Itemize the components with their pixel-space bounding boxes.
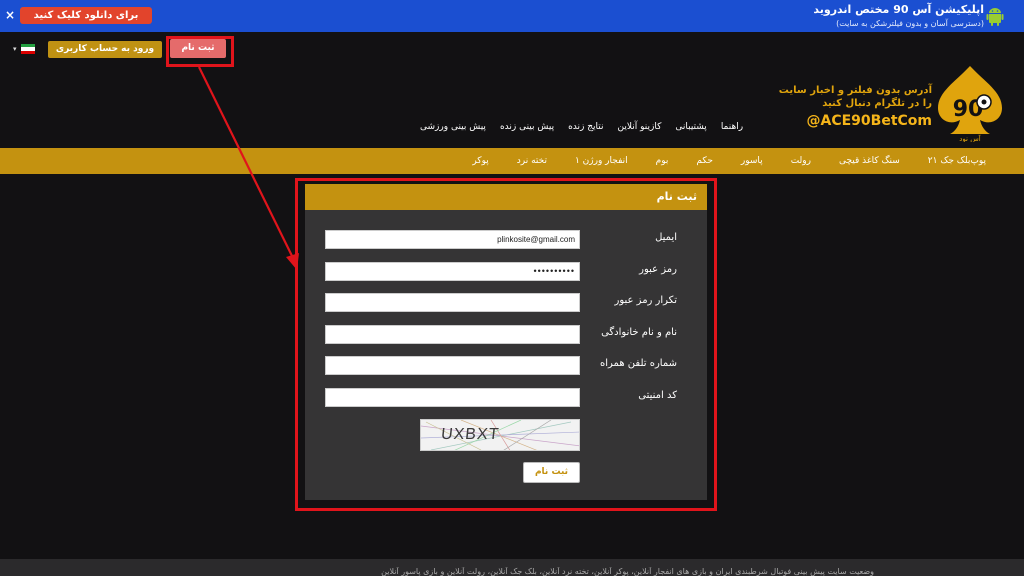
page: × برای دانلود کلیک کنید اپلیکیشن آس 90 م… (0, 0, 1024, 576)
logo-text: آدرس بدون فیلتر و اخبار سایت را در تلگرا… (779, 84, 932, 132)
logo-line2: را در تلگرام دنبال کنید (822, 98, 932, 109)
telegram-handle[interactable]: @ACE90BetCom (779, 110, 933, 132)
language-selector[interactable]: ▾ (13, 44, 35, 54)
highlight-box-form (295, 178, 717, 511)
main-navigation: پیش بینی ورزشی پیش بینی زنده نتایج زنده … (420, 122, 743, 132)
game-rock-paper-scissors[interactable]: سنگ کاغذ قیچی (839, 156, 900, 166)
download-app-button[interactable]: برای دانلود کلیک کنید (20, 7, 152, 24)
game-roulette[interactable]: رولت (791, 156, 811, 166)
android-icon (986, 8, 1004, 26)
footer-text: وضعیت سایت پیش بینی فوتبال شرطبندی ایران… (381, 567, 874, 576)
app-banner-subtitle: (دسترسی آسان و بدون فیلترشکن به سایت) (836, 19, 984, 28)
game-backgammon[interactable]: تخته نرد (517, 156, 547, 166)
app-banner-title: اپلیکیشن آس 90 مختص اندروید (813, 3, 984, 16)
game-poop[interactable]: پوپ (970, 156, 986, 166)
nav-support[interactable]: پشتیبانی (675, 122, 706, 132)
game-pasoor[interactable]: پاسور (741, 156, 763, 166)
footer: وضعیت سایت پیش بینی فوتبال شرطبندی ایران… (0, 559, 1024, 576)
nav-live-betting[interactable]: پیش بینی زنده (500, 122, 554, 132)
highlight-box-register (166, 36, 234, 67)
site-header: ▾ ورود به حساب کاربری ثبت نام آدرس بدون … (0, 32, 1024, 148)
nav-live-results[interactable]: نتایج زنده (568, 122, 603, 132)
ace90-logo-icon[interactable]: 90 آس نود (930, 62, 1010, 142)
game-poker[interactable]: پوکر (472, 156, 488, 166)
logo-line1: آدرس بدون فیلتر و اخبار سایت (778, 85, 932, 96)
nav-help[interactable]: راهنما (721, 122, 743, 132)
game-blackjack[interactable]: بلک جک ۲۱ (928, 156, 971, 166)
close-icon[interactable]: × (5, 8, 15, 22)
chevron-down-icon: ▾ (13, 45, 17, 53)
logo-brand-text: آس نود (959, 134, 981, 142)
game-menu-items: پوکر تخته نرد انفجار ورژن ۱ بوم حکم پاسو… (447, 148, 986, 174)
game-hokm[interactable]: حکم (696, 156, 713, 166)
iran-flag-icon (20, 44, 35, 54)
login-button[interactable]: ورود به حساب کاربری (48, 41, 162, 58)
game-crash-v1[interactable]: انفجار ورژن ۱ (575, 156, 628, 166)
nav-sports-betting[interactable]: پیش بینی ورزشی (420, 122, 486, 132)
app-download-banner: × برای دانلود کلیک کنید اپلیکیشن آس 90 م… (0, 0, 1024, 32)
game-menu: پوکر تخته نرد انفجار ورژن ۱ بوم حکم پاسو… (0, 148, 1024, 174)
game-boom[interactable]: بوم (656, 156, 669, 166)
nav-online-casino[interactable]: کازینو آنلاین (618, 122, 662, 132)
